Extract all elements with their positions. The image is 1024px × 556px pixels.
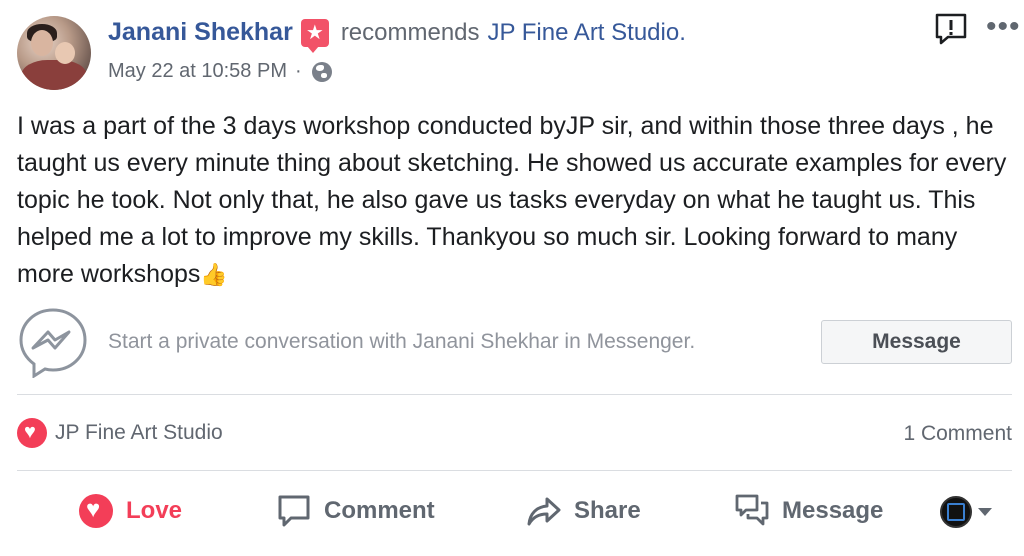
action-bar: Love Comment Share: [0, 488, 1024, 534]
comment-button[interactable]: Comment: [276, 488, 435, 534]
report-icon[interactable]: [934, 12, 968, 46]
messenger-icon: [19, 308, 87, 378]
chevron-down-icon[interactable]: [978, 508, 992, 516]
love-reaction-icon: [17, 418, 47, 448]
recommendation-star-icon: [300, 18, 329, 53]
more-options-icon[interactable]: •••: [986, 12, 1021, 42]
globe-icon[interactable]: [311, 61, 332, 82]
messenger-prompt-text: Start a private conversation with Janani…: [108, 330, 696, 353]
love-icon: [79, 494, 113, 528]
comment-label: Comment: [324, 497, 435, 524]
post-timestamp[interactable]: May 22 at 10:58 PM: [108, 60, 287, 83]
love-label: Love: [126, 497, 183, 524]
reactions-summary[interactable]: JP Fine Art Studio: [17, 418, 223, 448]
divider: [17, 470, 1012, 471]
reactor-name[interactable]: JP Fine Art Studio: [55, 421, 223, 445]
page-name-link[interactable]: JP Fine Art Studio.: [488, 19, 686, 47]
share-button[interactable]: Share: [526, 488, 641, 534]
post-meta: May 22 at 10:58 PM ·: [108, 60, 332, 83]
thumbs-up-emoji: 👍: [200, 262, 228, 287]
post-body-text: I was a part of the 3 days workshop cond…: [17, 112, 1007, 288]
page-avatar-selector[interactable]: [940, 496, 972, 528]
recommends-text: recommends: [340, 18, 480, 46]
post-body: I was a part of the 3 days workshop cond…: [17, 108, 1017, 293]
messenger-prompt: Start a private conversation with Janani…: [17, 306, 1017, 386]
message-label: Message: [782, 497, 884, 524]
send-message-button[interactable]: Message: [734, 488, 883, 534]
share-label: Share: [574, 497, 641, 524]
meta-separator: ·: [294, 60, 302, 82]
divider: [17, 394, 1012, 395]
share-icon: [527, 497, 561, 526]
message-button[interactable]: Message: [821, 320, 1012, 364]
message-bubbles-icon: [735, 494, 769, 526]
recommendation-post: Janani Shekhar recommends JP Fine Art St…: [0, 0, 1024, 556]
author-avatar[interactable]: [17, 16, 91, 90]
post-header: Janani Shekhar recommends JP Fine Art St…: [108, 18, 686, 53]
comment-count-link[interactable]: 1 Comment: [903, 422, 1012, 446]
comment-icon: [278, 495, 310, 527]
author-name-link[interactable]: Janani Shekhar: [108, 18, 293, 47]
love-button[interactable]: Love: [78, 488, 182, 534]
